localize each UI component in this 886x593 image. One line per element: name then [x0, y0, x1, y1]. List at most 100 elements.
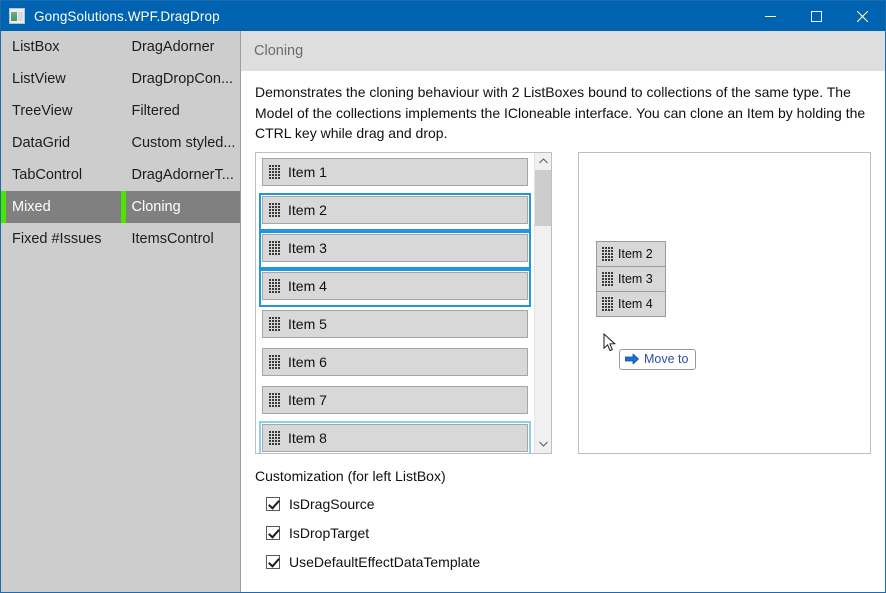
- sidebar-item-dragdropcontext[interactable]: DragDropCon...: [121, 63, 241, 95]
- maximize-button[interactable]: [793, 1, 839, 31]
- drag-grip-icon[interactable]: [269, 392, 280, 407]
- list-item[interactable]: Item 3: [259, 230, 531, 269]
- arrow-cursor: [603, 332, 617, 353]
- sidebar-item-listbox[interactable]: ListBox: [1, 31, 121, 63]
- sidebar-item-label: TreeView: [12, 103, 73, 119]
- sidebar-item-label: Mixed: [12, 199, 51, 215]
- drop-effect-label: Move to: [644, 352, 689, 366]
- list-item-label: Item 3: [288, 239, 327, 256]
- sidebar-item-dragadornertemplate[interactable]: DragAdornerT...: [121, 159, 241, 191]
- sidebar-item-label: DragAdornerT...: [131, 167, 234, 183]
- sidebar-item-itemscontrol[interactable]: ItemsControl: [121, 223, 241, 255]
- drag-grip-icon[interactable]: [269, 164, 280, 179]
- sidebar-item-label: DragDropCon...: [131, 71, 234, 87]
- main-content: Cloning Demonstrates the cloning behavio…: [241, 31, 885, 592]
- list-item-label: Item 5: [288, 315, 327, 332]
- drag-grip-icon[interactable]: [269, 202, 280, 217]
- drag-grip-icon[interactable]: [269, 278, 280, 293]
- sidebar-item-datagrid[interactable]: DataGrid: [1, 127, 121, 159]
- usedefaulteffectdatatemplate-checkbox[interactable]: [266, 554, 280, 569]
- drag-adorner-item: Item 2: [596, 240, 666, 267]
- sidebar: ListBox ListView TreeView DataGrid TabCo…: [1, 31, 241, 592]
- drag-adorner-item-label: Item 3: [618, 271, 653, 286]
- scroll-down-icon[interactable]: [535, 436, 551, 453]
- list-item-label: Item 8: [288, 429, 327, 446]
- move-arrow-icon: [625, 353, 639, 365]
- drop-effect-badge: Move to: [619, 348, 697, 370]
- sidebar-item-label: Custom styled...: [131, 135, 236, 151]
- drag-grip-icon[interactable]: [269, 354, 280, 369]
- sidebar-item-label: Cloning: [131, 199, 181, 215]
- scrollbar-thumb[interactable]: [535, 169, 551, 226]
- sidebar-item-filtered[interactable]: Filtered: [121, 95, 241, 127]
- list-item[interactable]: Item 5: [259, 307, 531, 345]
- sidebar-item-fixed-issues[interactable]: Fixed #Issues: [1, 223, 121, 255]
- window-body: ListBox ListView TreeView DataGrid TabCo…: [1, 31, 885, 592]
- checkbox-row-isdragsource[interactable]: IsDragSource: [266, 496, 871, 512]
- sidebar-item-tabcontrol[interactable]: TabControl: [1, 159, 121, 191]
- title-bar: GongSolutions.WPF.DragDrop: [1, 1, 885, 31]
- sidebar-item-label: ListView: [12, 71, 66, 87]
- drag-adorner-item: Item 3: [596, 265, 666, 292]
- description-text: Demonstrates the cloning behaviour with …: [255, 84, 866, 141]
- drag-grip-icon[interactable]: [269, 316, 280, 331]
- close-button[interactable]: [839, 1, 885, 31]
- sidebar-item-label: DragAdorner: [131, 39, 215, 55]
- list-item[interactable]: Item 2: [259, 192, 531, 231]
- list-item-label: Item 7: [288, 391, 327, 408]
- app-window-icon: [9, 8, 25, 24]
- sidebar-item-dragadorner[interactable]: DragAdorner: [121, 31, 241, 63]
- left-listbox[interactable]: Item 1 Item 2 Item 3 Item 4 Item 5 Item …: [255, 151, 552, 454]
- drag-adorner-item: Item 4: [596, 290, 666, 317]
- content-header: Cloning: [241, 31, 885, 71]
- listbox-panels: Item 1 Item 2 Item 3 Item 4 Item 5 Item …: [241, 151, 885, 454]
- sidebar-column-categories: ListBox ListView TreeView DataGrid TabCo…: [1, 31, 121, 592]
- sidebar-column-samples: DragAdorner DragDropCon... Filtered Cust…: [120, 31, 241, 592]
- sidebar-item-mixed[interactable]: Mixed: [1, 191, 121, 223]
- minimize-button[interactable]: [747, 1, 793, 31]
- sidebar-item-label: Fixed #Issues: [12, 231, 102, 247]
- list-item[interactable]: Item 7: [259, 383, 531, 421]
- customization-section: Customization (for left ListBox) IsDragS…: [241, 454, 885, 583]
- sidebar-item-cloning[interactable]: Cloning: [120, 191, 240, 223]
- checkbox-label: IsDropTarget: [289, 524, 370, 541]
- drag-adorner-item-label: Item 4: [618, 296, 653, 311]
- drag-adorner-item-label: Item 2: [618, 246, 653, 261]
- customization-title: Customization (for left ListBox): [255, 467, 446, 484]
- application-window: GongSolutions.WPF.DragDrop ListBox ListV…: [0, 0, 886, 593]
- scroll-up-icon[interactable]: [535, 153, 551, 170]
- isdroptarget-checkbox[interactable]: [266, 525, 280, 540]
- checkbox-label: IsDragSource: [289, 495, 375, 512]
- right-listbox[interactable]: Item 2 Item 3 Item 4 Move to: [578, 151, 871, 454]
- list-item[interactable]: Item 1: [259, 155, 531, 193]
- list-item[interactable]: Item 8: [259, 420, 531, 453]
- window-title: GongSolutions.WPF.DragDrop: [34, 8, 220, 24]
- list-item-label: Item 1: [288, 163, 327, 180]
- sidebar-item-treeview[interactable]: TreeView: [1, 95, 121, 127]
- sidebar-item-label: Filtered: [131, 103, 180, 119]
- page-title: Cloning: [254, 43, 304, 59]
- sidebar-item-listview[interactable]: ListView: [1, 63, 121, 95]
- list-item[interactable]: Item 4: [259, 268, 531, 307]
- sidebar-item-label: ItemsControl: [131, 231, 214, 247]
- drag-grip-icon[interactable]: [269, 240, 280, 255]
- isdragsource-checkbox[interactable]: [266, 496, 280, 511]
- checkbox-row-isdroptarget[interactable]: IsDropTarget: [266, 525, 871, 541]
- drag-grip-icon: [602, 247, 613, 261]
- list-item-label: Item 4: [288, 277, 327, 294]
- window-controls: [747, 1, 885, 31]
- drag-adorner: Item 2 Item 3 Item 4: [596, 240, 666, 317]
- sidebar-item-label: TabControl: [12, 167, 83, 183]
- vertical-scrollbar[interactable]: [534, 152, 551, 453]
- list-item[interactable]: Item 6: [259, 345, 531, 383]
- left-listbox-items: Item 1 Item 2 Item 3 Item 4 Item 5 Item …: [256, 153, 534, 453]
- sidebar-item-label: ListBox: [12, 39, 60, 55]
- checkbox-label: UseDefaultEffectDataTemplate: [289, 553, 481, 570]
- list-item-label: Item 6: [288, 353, 327, 370]
- checkbox-row-usedefaulteffectdatatemplate[interactable]: UseDefaultEffectDataTemplate: [266, 554, 871, 570]
- drag-grip-icon: [602, 297, 613, 311]
- drag-grip-icon: [602, 272, 613, 286]
- drag-grip-icon[interactable]: [269, 430, 280, 445]
- sidebar-item-custom-styled[interactable]: Custom styled...: [121, 127, 241, 159]
- list-item-label: Item 2: [288, 201, 327, 218]
